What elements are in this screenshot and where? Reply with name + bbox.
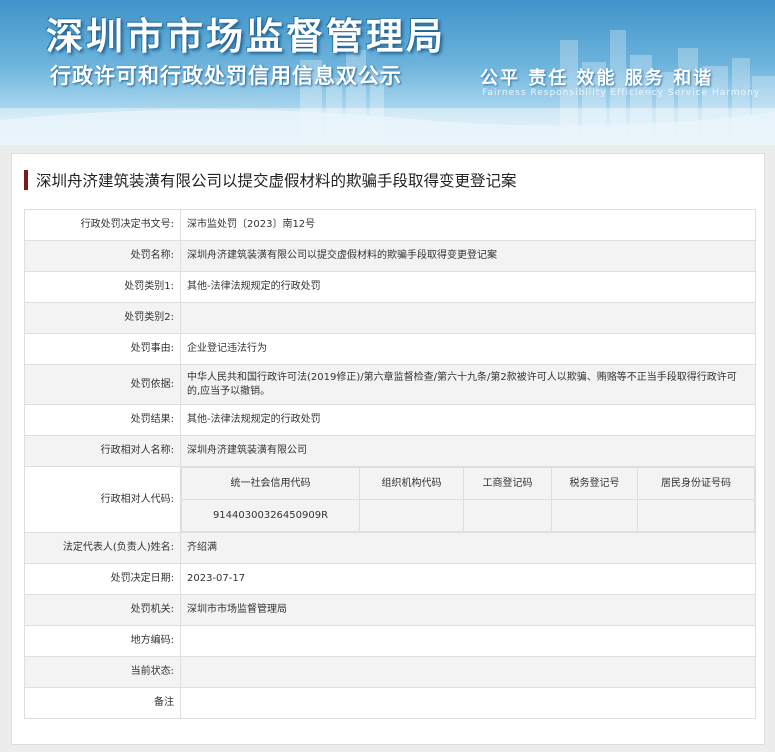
header-tax-reg-no: 税务登记号 [551, 467, 638, 500]
header-org-code: 组织机构代码 [359, 467, 464, 500]
banner-title: 深圳市市场监督管理局 [46, 15, 446, 58]
field-label-basis: 处罚依据: [24, 364, 181, 405]
table-row: 当前状态: [24, 656, 756, 688]
table-row: 处罚名称: 深圳舟济建筑装潢有限公司以提交虚假材料的欺骗手段取得变更登记案 [24, 240, 756, 272]
party-code-table: 统一社会信用代码 组织机构代码 工商登记码 税务登记号 居民身份证号码 9144… [181, 467, 755, 532]
header-business-reg-code: 工商登记码 [463, 467, 552, 500]
table-row: 地方编码: [24, 625, 756, 657]
table-row: 处罚决定日期: 2023-07-17 [24, 563, 756, 595]
field-value-decision-no: 深市监处罚〔2023〕南12号 [180, 209, 756, 241]
field-label-party-name: 行政相对人名称: [24, 435, 181, 467]
table-row: 处罚类别2: [24, 302, 756, 334]
value-credit-code: 91440300326450909R [181, 499, 360, 532]
value-tax-reg-no [551, 499, 638, 532]
table-row: 处罚事由: 企业登记违法行为 [24, 333, 756, 365]
field-label-decision-date: 处罚决定日期: [24, 563, 181, 595]
table-row: 行政处罚决定书文号: 深市监处罚〔2023〕南12号 [24, 209, 756, 241]
field-label-category2: 处罚类别2: [24, 302, 181, 334]
field-value-penalty-name: 深圳舟济建筑装潢有限公司以提交虚假材料的欺骗手段取得变更登记案 [180, 240, 756, 272]
table-row: 处罚类别1: 其他-法律法规规定的行政处罚 [24, 271, 756, 303]
table-row: 行政相对人名称: 深圳舟济建筑装潢有限公司 [24, 435, 756, 467]
case-title: 深圳舟济建筑装潢有限公司以提交虚假材料的欺骗手段取得变更登记案 [24, 168, 517, 192]
field-value-region-code [180, 625, 756, 657]
field-label-legal-rep: 法定代表人(负责人)姓名: [24, 532, 181, 564]
field-value-status [180, 656, 756, 688]
field-label-decision-no: 行政处罚决定书文号: [24, 209, 181, 241]
table-row: 处罚结果: 其他-法律法规规定的行政处罚 [24, 404, 756, 436]
table-row: 法定代表人(负责人)姓名: 齐绍满 [24, 532, 756, 564]
field-value-legal-rep: 齐绍满 [180, 532, 756, 564]
title-accent-bar [24, 170, 28, 190]
field-label-remark: 备注 [24, 687, 181, 719]
table-row: 备注 [24, 687, 756, 719]
value-business-reg-code [463, 499, 552, 532]
field-label-category1: 处罚类别1: [24, 271, 181, 303]
field-label-party-code: 行政相对人代码: [24, 466, 181, 533]
field-label-result: 处罚结果: [24, 404, 181, 436]
field-value-reason: 企业登记违法行为 [180, 333, 756, 365]
field-label-authority: 处罚机关: [24, 594, 181, 626]
case-detail-panel: 深圳舟济建筑装潢有限公司以提交虚假材料的欺骗手段取得变更登记案 行政处罚决定书文… [11, 153, 765, 745]
field-label-region-code: 地方编码: [24, 625, 181, 657]
banner-slogan-english: Fairness Responsibility Efficiency Servi… [482, 88, 761, 98]
party-code-header-row: 统一社会信用代码 组织机构代码 工商登记码 税务登记号 居民身份证号码 [181, 467, 755, 500]
field-value-basis: 中华人民共和国行政许可法(2019修正)/第六章监督检查/第六十九条/第2款被许… [180, 364, 756, 405]
field-label-status: 当前状态: [24, 656, 181, 688]
value-id-card-no [637, 499, 755, 532]
field-value-party-name: 深圳舟济建筑装潢有限公司 [180, 435, 756, 467]
header-id-card-no: 居民身份证号码 [637, 467, 755, 500]
penalty-info-table: 行政处罚决定书文号: 深市监处罚〔2023〕南12号 处罚名称: 深圳舟济建筑装… [24, 209, 756, 719]
header-credit-code: 统一社会信用代码 [181, 467, 360, 500]
table-row: 行政相对人代码: 统一社会信用代码 组织机构代码 工商登记码 税务登记号 居民身… [24, 466, 756, 533]
site-banner: 深圳市市场监督管理局 行政许可和行政处罚信用信息双公示 公平 责任 效能 服务 … [0, 0, 775, 145]
field-value-authority: 深圳市市场监督管理局 [180, 594, 756, 626]
field-value-category2 [180, 302, 756, 334]
party-code-value-row: 91440300326450909R [181, 499, 755, 532]
field-value-remark [180, 687, 756, 719]
banner-subtitle: 行政许可和行政处罚信用信息双公示 [50, 64, 402, 88]
banner-slogan: 公平 责任 效能 服务 和谐 [480, 68, 714, 89]
value-org-code [359, 499, 464, 532]
field-value-decision-date: 2023-07-17 [180, 563, 756, 595]
case-title-text: 深圳舟济建筑装潢有限公司以提交虚假材料的欺骗手段取得变更登记案 [36, 172, 517, 190]
table-row: 处罚依据: 中华人民共和国行政许可法(2019修正)/第六章监督检查/第六十九条… [24, 364, 756, 405]
field-value-result: 其他-法律法规规定的行政处罚 [180, 404, 756, 436]
field-value-category1: 其他-法律法规规定的行政处罚 [180, 271, 756, 303]
party-code-cell: 统一社会信用代码 组织机构代码 工商登记码 税务登记号 居民身份证号码 9144… [180, 466, 756, 533]
field-label-reason: 处罚事由: [24, 333, 181, 365]
field-label-penalty-name: 处罚名称: [24, 240, 181, 272]
table-row: 处罚机关: 深圳市市场监督管理局 [24, 594, 756, 626]
